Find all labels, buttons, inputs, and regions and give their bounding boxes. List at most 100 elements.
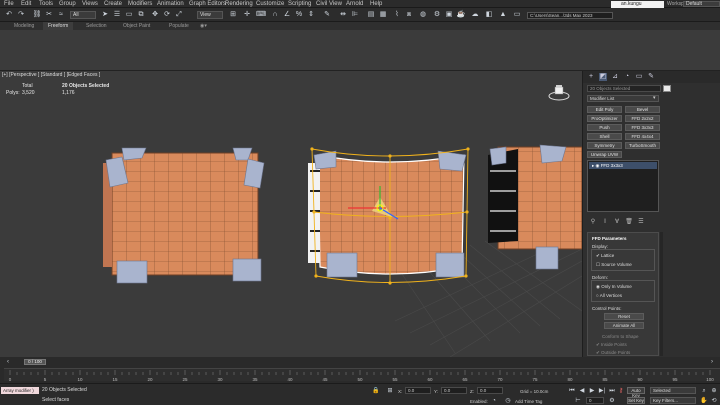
ffd-2x2x2-button[interactable]: FFD 2x2x2 [625,115,660,122]
project-path-field[interactable]: C:\Users\Sean...\3ds Max 2023 [527,12,613,19]
tab-selection[interactable]: Selection [86,22,107,30]
undo-icon[interactable]: ↶ [4,10,14,20]
keyboard-shortcut-icon[interactable]: ⌨ [256,10,266,20]
select-manipulate-icon[interactable]: ✛ [242,10,252,20]
menu-customize[interactable]: Customize [256,0,284,8]
z-coordinate-field[interactable]: 0.0 [477,387,503,394]
current-frame-field[interactable]: 0 [586,397,604,404]
previous-frame-icon[interactable]: ◀ [578,387,586,395]
ribbon-options-icon[interactable]: ◉▾ [200,22,207,30]
link-icon[interactable]: ⛓ [32,10,42,20]
spinner-snap-icon[interactable]: ⇕ [306,10,316,20]
track-bar[interactable]: 0 5 10 15 20 25 30 35 40 45 50 55 60 65 70 75 80 85 90 95 10… [4,368,720,381]
hierarchy-tab-icon[interactable]: ⊿ [611,73,619,81]
select-by-name-icon[interactable]: ☰ [112,10,122,20]
utilities-tab-icon[interactable]: ✎ [647,73,655,81]
pin-stack-icon[interactable]: ⚲ [589,218,597,226]
scale-icon[interactable]: ⤢ [174,10,184,20]
reference-coord-dropdown[interactable]: View [197,11,223,19]
modify-tab-icon[interactable]: ◩ [599,73,607,81]
object-name-field[interactable]: 20 Objects Selected [587,85,661,92]
prooptimizer-button[interactable]: ProOptimizer [587,115,622,122]
menu-group[interactable]: Group [59,0,76,8]
inside-points-checkbox[interactable]: ✔ Inside Points [596,342,627,348]
orbit-icon[interactable]: ⟲ [710,397,718,405]
lock-icon[interactable]: 🔒 [372,387,380,395]
shell-button[interactable]: Shell [587,133,622,140]
go-to-start-icon[interactable]: ⏮ [568,387,576,395]
mirror-icon[interactable]: ⇹ [338,10,348,20]
adaptive-degradation-icon[interactable]: ◔ [490,397,498,405]
menu-help[interactable]: Help [370,0,382,8]
push-button[interactable]: Push [587,124,622,131]
viewport-label-menu[interactable]: [+] [Perspective ] [Standard ] [Edged Fa… [2,72,100,78]
project-folder-icon[interactable]: ▭ [512,10,522,20]
reset-button[interactable]: Reset [604,313,644,320]
bind-spacewarp-icon[interactable]: ≈ [56,10,66,20]
unwrap-uvw-button[interactable]: Unwrap UVW [587,151,622,158]
menu-views[interactable]: Views [82,0,98,8]
create-tab-icon[interactable]: + [587,73,595,81]
scene-explorer-icon[interactable]: ▦ [378,10,388,20]
stack-item-ffd[interactable]: ▸ ◉ FFD 3x3x3 [589,162,657,169]
object-color-swatch[interactable] [663,85,671,92]
modifier-list-dropdown[interactable]: Modifier List [587,95,659,102]
zoom-all-icon[interactable]: ⊕ [710,387,718,395]
chevron-right-icon[interactable]: › [708,358,716,366]
render-setup-icon[interactable]: ⚙ [432,10,442,20]
add-time-tag-button[interactable]: Add Time Tag [515,399,542,404]
snap-icon[interactable]: ∩ [270,10,280,20]
rollout-title[interactable]: FFD Parameters [592,236,627,241]
menu-civil-view[interactable]: Civil View [316,0,342,8]
go-to-end-icon[interactable]: ⏭ [608,387,616,395]
schematic-view-icon[interactable]: ⧈ [404,10,414,20]
select-object-icon[interactable]: ➤ [100,10,110,20]
rotate-icon[interactable]: ⟳ [162,10,172,20]
menu-create[interactable]: Create [104,0,122,8]
symmetry-button[interactable]: Symmetry [587,142,622,149]
menu-tools[interactable]: Tools [39,0,53,8]
make-unique-icon[interactable]: ∀ [613,218,621,226]
rect-region-icon[interactable]: ▭ [124,10,134,20]
chevron-left-icon[interactable]: ‹ [4,358,12,366]
selection-filter-dropdown[interactable]: All [70,11,96,19]
show-end-result-icon[interactable]: Ⅰ [601,218,609,226]
turbosmooth-button[interactable]: TurboSmooth [625,142,660,149]
menu-file[interactable]: File [4,0,14,8]
conform-to-shape-button[interactable]: Conform to Shape [602,334,639,339]
chevron-down-icon[interactable]: ▾ [653,95,659,102]
key-filters-button[interactable]: Key Filters... [650,397,696,404]
align-icon[interactable]: ⊫ [350,10,360,20]
time-configuration-icon[interactable]: ⚙ [608,397,616,405]
unlink-icon[interactable]: ✂ [44,10,54,20]
layer-icon[interactable]: ▤ [366,10,376,20]
outside-points-checkbox[interactable]: ✔ Outside Points [596,350,630,356]
only-in-volume-radio[interactable]: ◉ Only In Volume [596,284,632,290]
render-cloud-icon[interactable]: ☁ [470,10,480,20]
display-tab-icon[interactable]: ▭ [635,73,643,81]
all-vertices-radio[interactable]: ○ All Vertices [596,293,622,298]
perspective-viewport[interactable]: [+] [Perspective ] [Standard ] [Edged Fa… [0,71,582,357]
absolute-mode-icon[interactable]: ⊞ [386,387,394,395]
ffd-3x3x3-button[interactable]: FFD 3x3x3 [625,124,660,131]
edit-poly-button[interactable]: Edit Poly [587,106,622,113]
angle-snap-icon[interactable]: ∠ [282,10,292,20]
time-slider[interactable]: 0 / 100 [24,359,46,365]
set-key-icon[interactable]: ⚷ [617,387,625,395]
bevel-button[interactable]: Bevel [625,106,660,113]
pan-icon[interactable]: ✋ [700,397,708,405]
workspace-dropdown[interactable]: Default [683,1,720,7]
zoom-icon[interactable]: ⌕ [700,387,708,395]
menu-graph-editors[interactable]: Graph Editors [189,0,226,8]
ffd-4x4x4-button[interactable]: FFD 4x4x4 [625,133,660,140]
pivot-icon[interactable]: ⊞ [228,10,238,20]
lattice-checkbox[interactable]: ✔ Lattice [596,253,614,259]
menu-modifiers[interactable]: Modifiers [128,0,152,8]
next-frame-icon[interactable]: ▶| [598,387,606,395]
menu-edit[interactable]: Edit [21,0,31,8]
maxscript-listener[interactable]: Array modifier ) [1,387,39,394]
key-selection-dropdown[interactable]: Selected [650,387,696,394]
key-mode-icon[interactable]: ⊢ [574,397,582,405]
tab-populate[interactable]: Populate [169,22,189,30]
tab-freeform[interactable]: Freeform [43,22,74,30]
